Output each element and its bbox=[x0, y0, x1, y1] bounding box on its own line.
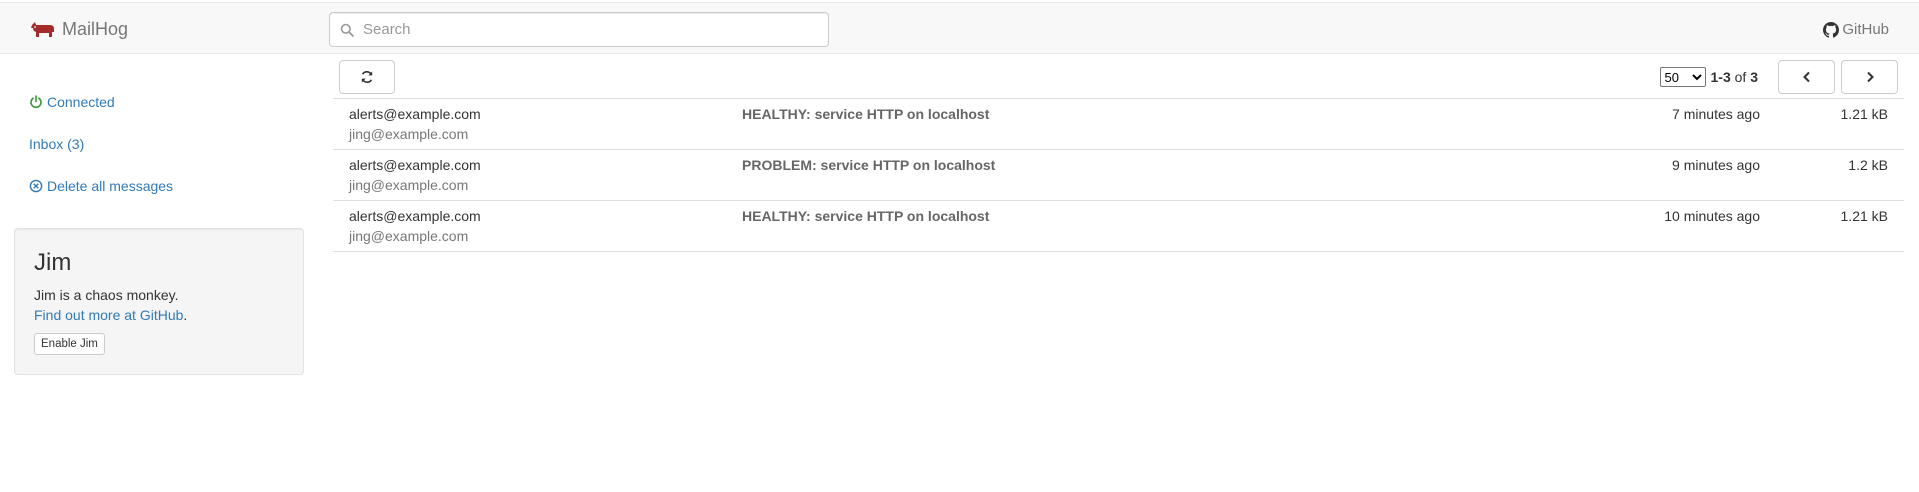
range-text: 1-3 bbox=[1710, 69, 1731, 85]
message-toolbar: 50 1-3 of 3 bbox=[339, 60, 1898, 98]
sidebar-item-inbox[interactable]: Inbox (3) bbox=[29, 136, 84, 152]
brand-name: MailHog bbox=[62, 18, 129, 39]
brand-link[interactable]: MailHog bbox=[30, 18, 128, 40]
message-from: alerts@example.com bbox=[349, 208, 481, 224]
message-to: jing@example.com bbox=[349, 126, 469, 142]
message-from: alerts@example.com bbox=[349, 157, 481, 173]
message-size: 1.21 kB bbox=[1840, 106, 1888, 122]
jim-panel: Jim Jim is a chaos monkey. Find out more… bbox=[14, 228, 304, 375]
search-input[interactable] bbox=[363, 21, 803, 38]
message-to: jing@example.com bbox=[349, 177, 469, 193]
enable-jim-button[interactable]: Enable Jim bbox=[34, 333, 105, 355]
message-subject: PROBLEM: service HTTP on localhost bbox=[742, 157, 996, 173]
message-subject: HEALTHY: service HTTP on localhost bbox=[742, 208, 990, 224]
chevron-left-icon bbox=[1802, 71, 1810, 83]
per-page-select[interactable]: 50 bbox=[1659, 67, 1706, 87]
connected-label: Connected bbox=[47, 94, 115, 110]
message-size: 1.21 kB bbox=[1840, 208, 1888, 224]
next-page-button[interactable] bbox=[1841, 60, 1898, 94]
refresh-button[interactable] bbox=[339, 60, 395, 94]
message-size: 1.2 kB bbox=[1848, 157, 1888, 173]
message-row[interactable]: alerts@example.com jing@example.com PROB… bbox=[333, 150, 1904, 201]
connection-status[interactable]: Connected bbox=[29, 94, 115, 110]
jim-title: Jim bbox=[34, 249, 72, 276]
pagination: 50 1-3 of 3 bbox=[1659, 60, 1898, 94]
delete-all-messages-link[interactable]: Delete all messages bbox=[29, 178, 173, 194]
inbox-label: Inbox (3) bbox=[29, 136, 85, 152]
refresh-icon bbox=[361, 71, 373, 83]
message-time: 7 minutes ago bbox=[1672, 106, 1760, 122]
message-time: 10 minutes ago bbox=[1664, 208, 1760, 224]
range-info: 1-3 of 3 bbox=[1711, 69, 1759, 85]
message-row[interactable]: alerts@example.com jing@example.com HEAL… bbox=[333, 201, 1904, 252]
mailhog-pig-logo bbox=[31, 22, 54, 37]
chevron-right-icon bbox=[1866, 71, 1874, 83]
github-link[interactable]: GitHub bbox=[1823, 21, 1889, 38]
delete-all-label: Delete all messages bbox=[47, 178, 174, 194]
message-list: alerts@example.com jing@example.com HEAL… bbox=[333, 98, 1904, 252]
previous-page-button[interactable] bbox=[1778, 60, 1835, 94]
search-box[interactable] bbox=[329, 12, 829, 47]
message-row[interactable]: alerts@example.com jing@example.com HEAL… bbox=[333, 99, 1904, 150]
jim-description: Jim is a chaos monkey. bbox=[34, 287, 179, 303]
top-navbar: MailHog GitHub bbox=[0, 2, 1919, 54]
message-time: 9 minutes ago bbox=[1672, 157, 1760, 173]
remove-circle-icon bbox=[29, 179, 43, 193]
message-to: jing@example.com bbox=[349, 228, 469, 244]
github-label: GitHub bbox=[1842, 21, 1889, 38]
search-icon bbox=[340, 23, 354, 37]
message-subject: HEALTHY: service HTTP on localhost bbox=[742, 106, 990, 122]
range-of: of bbox=[1734, 69, 1747, 85]
jim-more-info: Find out more at GitHub. bbox=[34, 307, 187, 323]
power-icon bbox=[30, 95, 42, 109]
range-total: 3 bbox=[1750, 69, 1758, 85]
jim-github-link[interactable]: Find out more at GitHub bbox=[34, 307, 183, 323]
jim-link-suffix: . bbox=[183, 307, 188, 323]
github-icon bbox=[1823, 21, 1840, 38]
message-from: alerts@example.com bbox=[349, 106, 481, 122]
